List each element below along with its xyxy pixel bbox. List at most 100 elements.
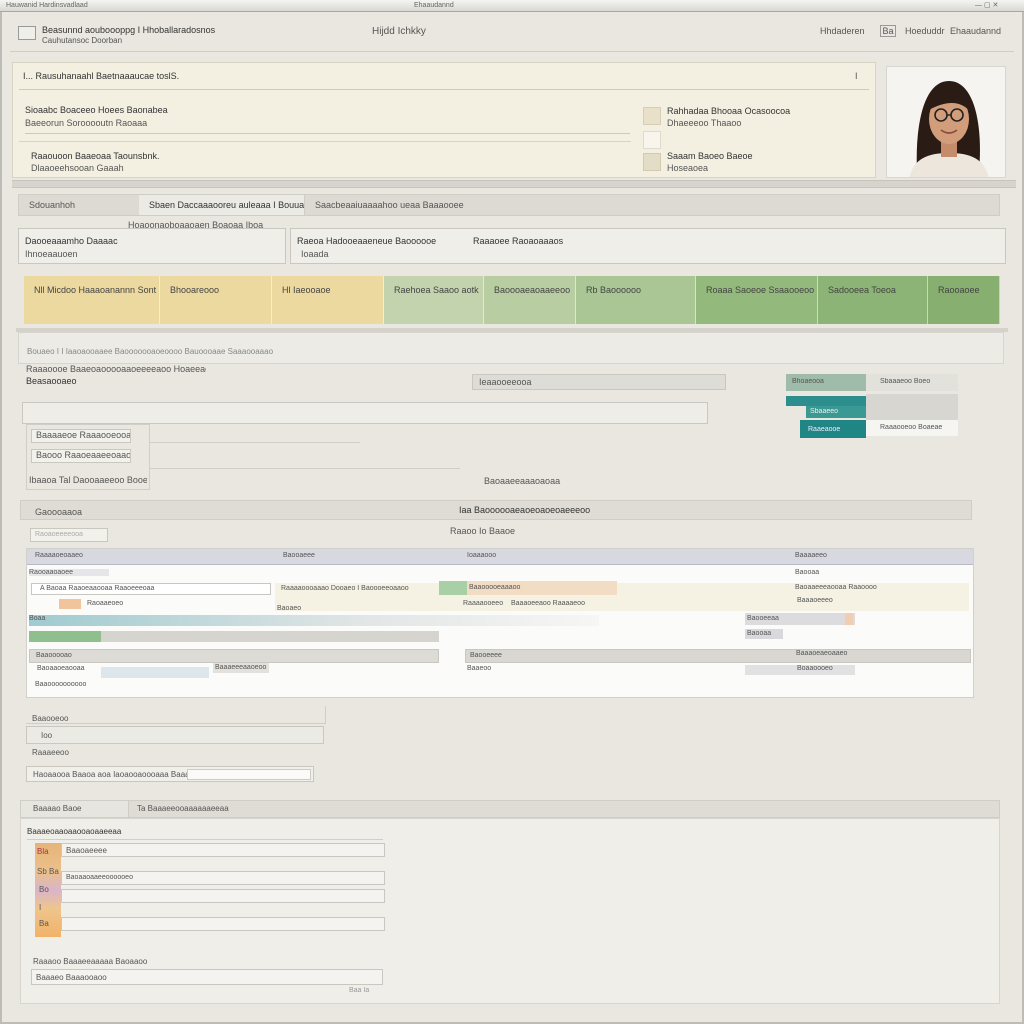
note-marker: Bla bbox=[37, 847, 49, 856]
profile-address-label: Raaouoon Baaeoaa Taounsbnk. bbox=[31, 151, 160, 161]
notes-footer-value: Baaaeo Baaaooaoo bbox=[36, 973, 107, 982]
note-row[interactable]: Baoaaoaaeeoooooeo bbox=[61, 871, 385, 885]
note-text: Baoaaoaaeeoooooeo bbox=[66, 874, 133, 881]
action-button-2[interactable]: Baooo Raaoeaaeeoaaoa bbox=[31, 449, 131, 463]
column-header[interactable]: Baaaaeeo bbox=[795, 552, 855, 559]
legend-label: Sbaaeeo bbox=[810, 408, 839, 415]
table-cell: Baooeeaa bbox=[747, 615, 779, 622]
summary-row3-label: Raaaoee Raoaoaaaos bbox=[473, 236, 564, 246]
profile-name-value: Baeeorun Sorooooutn Raoaaa bbox=[25, 118, 148, 128]
stage-item[interactable]: Sadooeea Toeoa bbox=[818, 276, 928, 324]
tab-bar: Sdouanhoh Sbaen Daccaaaooreu auleaaa I B… bbox=[18, 194, 1000, 216]
legend-value: Raaaooeoo Boaeae bbox=[880, 424, 943, 431]
window-title-center: Ehaaudannd bbox=[414, 2, 454, 9]
note-text: Baaoaeeee bbox=[66, 846, 107, 855]
table-cell: Baaaoeeeo bbox=[797, 597, 833, 604]
details-wide-field[interactable] bbox=[22, 402, 708, 424]
note-row[interactable]: Baaoaeeee bbox=[61, 843, 385, 857]
flag-icon bbox=[643, 153, 661, 171]
doc-icon bbox=[643, 131, 661, 149]
tab-overview[interactable]: Sdouanhoh bbox=[19, 195, 139, 215]
header-badge[interactable]: Ba bbox=[880, 25, 896, 37]
form-inline-field[interactable]: Haoaaooa Baaoa aoa Iaoaooaoooaaa Baaaeeo… bbox=[26, 766, 314, 782]
stage-item[interactable]: Raehoea Saaoo aotk bbox=[384, 276, 484, 324]
action-button-1[interactable]: Baaaaeoe Raaaooeooaaa bbox=[31, 429, 131, 443]
header-link[interactable]: Hhdaderen bbox=[820, 26, 880, 36]
header-link-2[interactable]: Hoeduddr bbox=[905, 26, 945, 36]
stage-item[interactable]: Baoooaeaoaaeeoo bbox=[484, 276, 576, 324]
form-field-label: Baaooeoo bbox=[32, 714, 69, 723]
stage-item[interactable]: Rb Baoooooo bbox=[576, 276, 696, 324]
schedule-search-input[interactable]: Raoaoeeeeooa bbox=[30, 528, 108, 542]
details-bottom-link[interactable]: Baoaaeeaaaoaoaa bbox=[484, 476, 574, 486]
profile-right-label: Rahhadaa Bhooaa Ocasoocoa bbox=[667, 106, 791, 116]
window-titlebar: Hauwanid Hardinsvadlaad Ehaaudannd — ▢ ✕ bbox=[0, 0, 1024, 12]
stage-item[interactable]: Bhooareooo bbox=[160, 276, 272, 324]
row-marker bbox=[59, 599, 81, 609]
table-cell: Raaaaooeeo bbox=[463, 600, 504, 607]
table-row[interactable]: Baaooooao bbox=[29, 649, 439, 663]
legend-swatch bbox=[786, 396, 866, 406]
stage-item[interactable]: Raooaoee bbox=[928, 276, 1000, 324]
status-chip bbox=[845, 613, 853, 625]
legend-value: Sbaaaeoo Boeo bbox=[880, 378, 931, 385]
divider bbox=[150, 468, 460, 469]
note-row[interactable] bbox=[61, 917, 385, 931]
profile-right-label-2: Saaam Baoeo Baeoe bbox=[667, 151, 753, 161]
notes-tabs: Baaaao Baoe Ta Baaaeeooaaaaaaeeaa bbox=[20, 800, 1000, 818]
details-line2: Beasaooaeo bbox=[26, 376, 77, 386]
form-inline-input[interactable] bbox=[187, 769, 311, 780]
divider bbox=[27, 839, 383, 840]
notes-tab-2[interactable]: Ta Baaaeeooaaaaaaeeaa bbox=[131, 801, 331, 817]
section-divider bbox=[12, 180, 1016, 188]
progress-bar bbox=[29, 615, 599, 626]
column-header[interactable]: Raaaaoeoaaeo bbox=[35, 552, 125, 559]
action-link[interactable]: Ibaaoa Tal Daooaaeeoo Booeeoo bbox=[29, 475, 147, 485]
form-field[interactable]: Baaooeoo bbox=[26, 706, 326, 724]
profile-name-label: Sioaabc Boaceeo Hoees Baonabea bbox=[25, 105, 168, 115]
summary-box-right: Raeoa Hadooeaaeneue Baoooooe Ioaada Raaa… bbox=[290, 228, 1006, 264]
notes-footer-label: Raaaoo Baaaeeaaaaa Baoaaoo bbox=[33, 957, 148, 966]
table-cell: Baaaoeeaoo Raaaaeoo bbox=[511, 600, 585, 607]
status-chip bbox=[439, 581, 467, 595]
stage-strip: Nll Micdoo Haaaoanannn Sont Bhooareooo H… bbox=[24, 276, 1000, 324]
table-cell: Baooeeee bbox=[470, 652, 502, 659]
details-center-field[interactable]: Ieaaooeeooa bbox=[472, 374, 726, 390]
column-header[interactable]: Ioaaaooo bbox=[467, 552, 527, 559]
summary-box-left: Daooeaaamho Daaaac Ihnoeaauoen bbox=[18, 228, 286, 264]
summary-row2-value: Ioaada bbox=[301, 249, 329, 259]
profile-heading: I... Rausuhanaahl Baetnaaaucae toslS. bbox=[23, 71, 180, 81]
table-row-label: Baaooooao bbox=[36, 652, 72, 659]
form-field-label: Raaaeeoo bbox=[32, 748, 69, 757]
notes-footer-field[interactable]: Baaaeo Baaaooaoo bbox=[31, 969, 383, 985]
notes-tab-1[interactable]: Baaaao Baoe bbox=[21, 801, 129, 817]
app-subtitle: Cauhutansoc Doorban bbox=[42, 36, 123, 45]
schedule-subtitle: Raaoo Io Baaoe bbox=[450, 526, 516, 536]
table-row-label: Boaa bbox=[29, 615, 46, 622]
tab-details[interactable]: Sbaen Daccaaaooreu auleaaa I Bouuaca bbox=[139, 195, 305, 215]
form-field[interactable]: Ioo bbox=[26, 726, 324, 744]
table-row[interactable]: Baooeeee Baaaoeaeoaaeo bbox=[465, 649, 971, 663]
divider bbox=[25, 133, 630, 134]
table-cell: Baaeoo bbox=[467, 665, 492, 672]
tab-history[interactable]: Saacbeaaiuaaaahoo ueaa Baaaooee bbox=[305, 195, 505, 215]
progress-bar-fill bbox=[29, 631, 101, 642]
info-icon bbox=[643, 107, 661, 125]
header-search[interactable]: Ehaaudannd bbox=[950, 26, 1010, 36]
stage-item[interactable]: Nll Micdoo Haaaoanannn Sont bbox=[24, 276, 160, 324]
notes-footer-hint: Baa Ia bbox=[349, 987, 370, 994]
schedule-left-label: Gaoooaaoa bbox=[35, 507, 83, 517]
column-header[interactable]: Baooaeee bbox=[283, 552, 343, 559]
window-controls[interactable]: — ▢ ✕ bbox=[975, 0, 1020, 11]
profile-photo bbox=[886, 66, 1006, 178]
details-line1: Raaaoooe Baaeoaooooaaoeeeeaoo Hoaeeaoo B… bbox=[26, 364, 206, 374]
table-cell: A Baoaa Raaoeaaooaa Raaoeeeoaa bbox=[40, 585, 155, 592]
window-title: Hauwanid Hardinsvadlaad bbox=[6, 2, 88, 9]
app-logo-icon bbox=[18, 26, 36, 40]
stage-item[interactable]: Hl Iaeooaoe bbox=[272, 276, 384, 324]
table-row[interactable]: A Baoaa Raaoeaaooaa Raaoeeeoaa bbox=[31, 583, 271, 595]
table-cell: Baaooooeaaaoo bbox=[469, 584, 521, 591]
stage-item[interactable]: Roaaa Saoeoe Ssaaooeoo bbox=[696, 276, 818, 324]
table-cell: Baooaa bbox=[795, 569, 820, 576]
note-row[interactable] bbox=[61, 889, 385, 903]
